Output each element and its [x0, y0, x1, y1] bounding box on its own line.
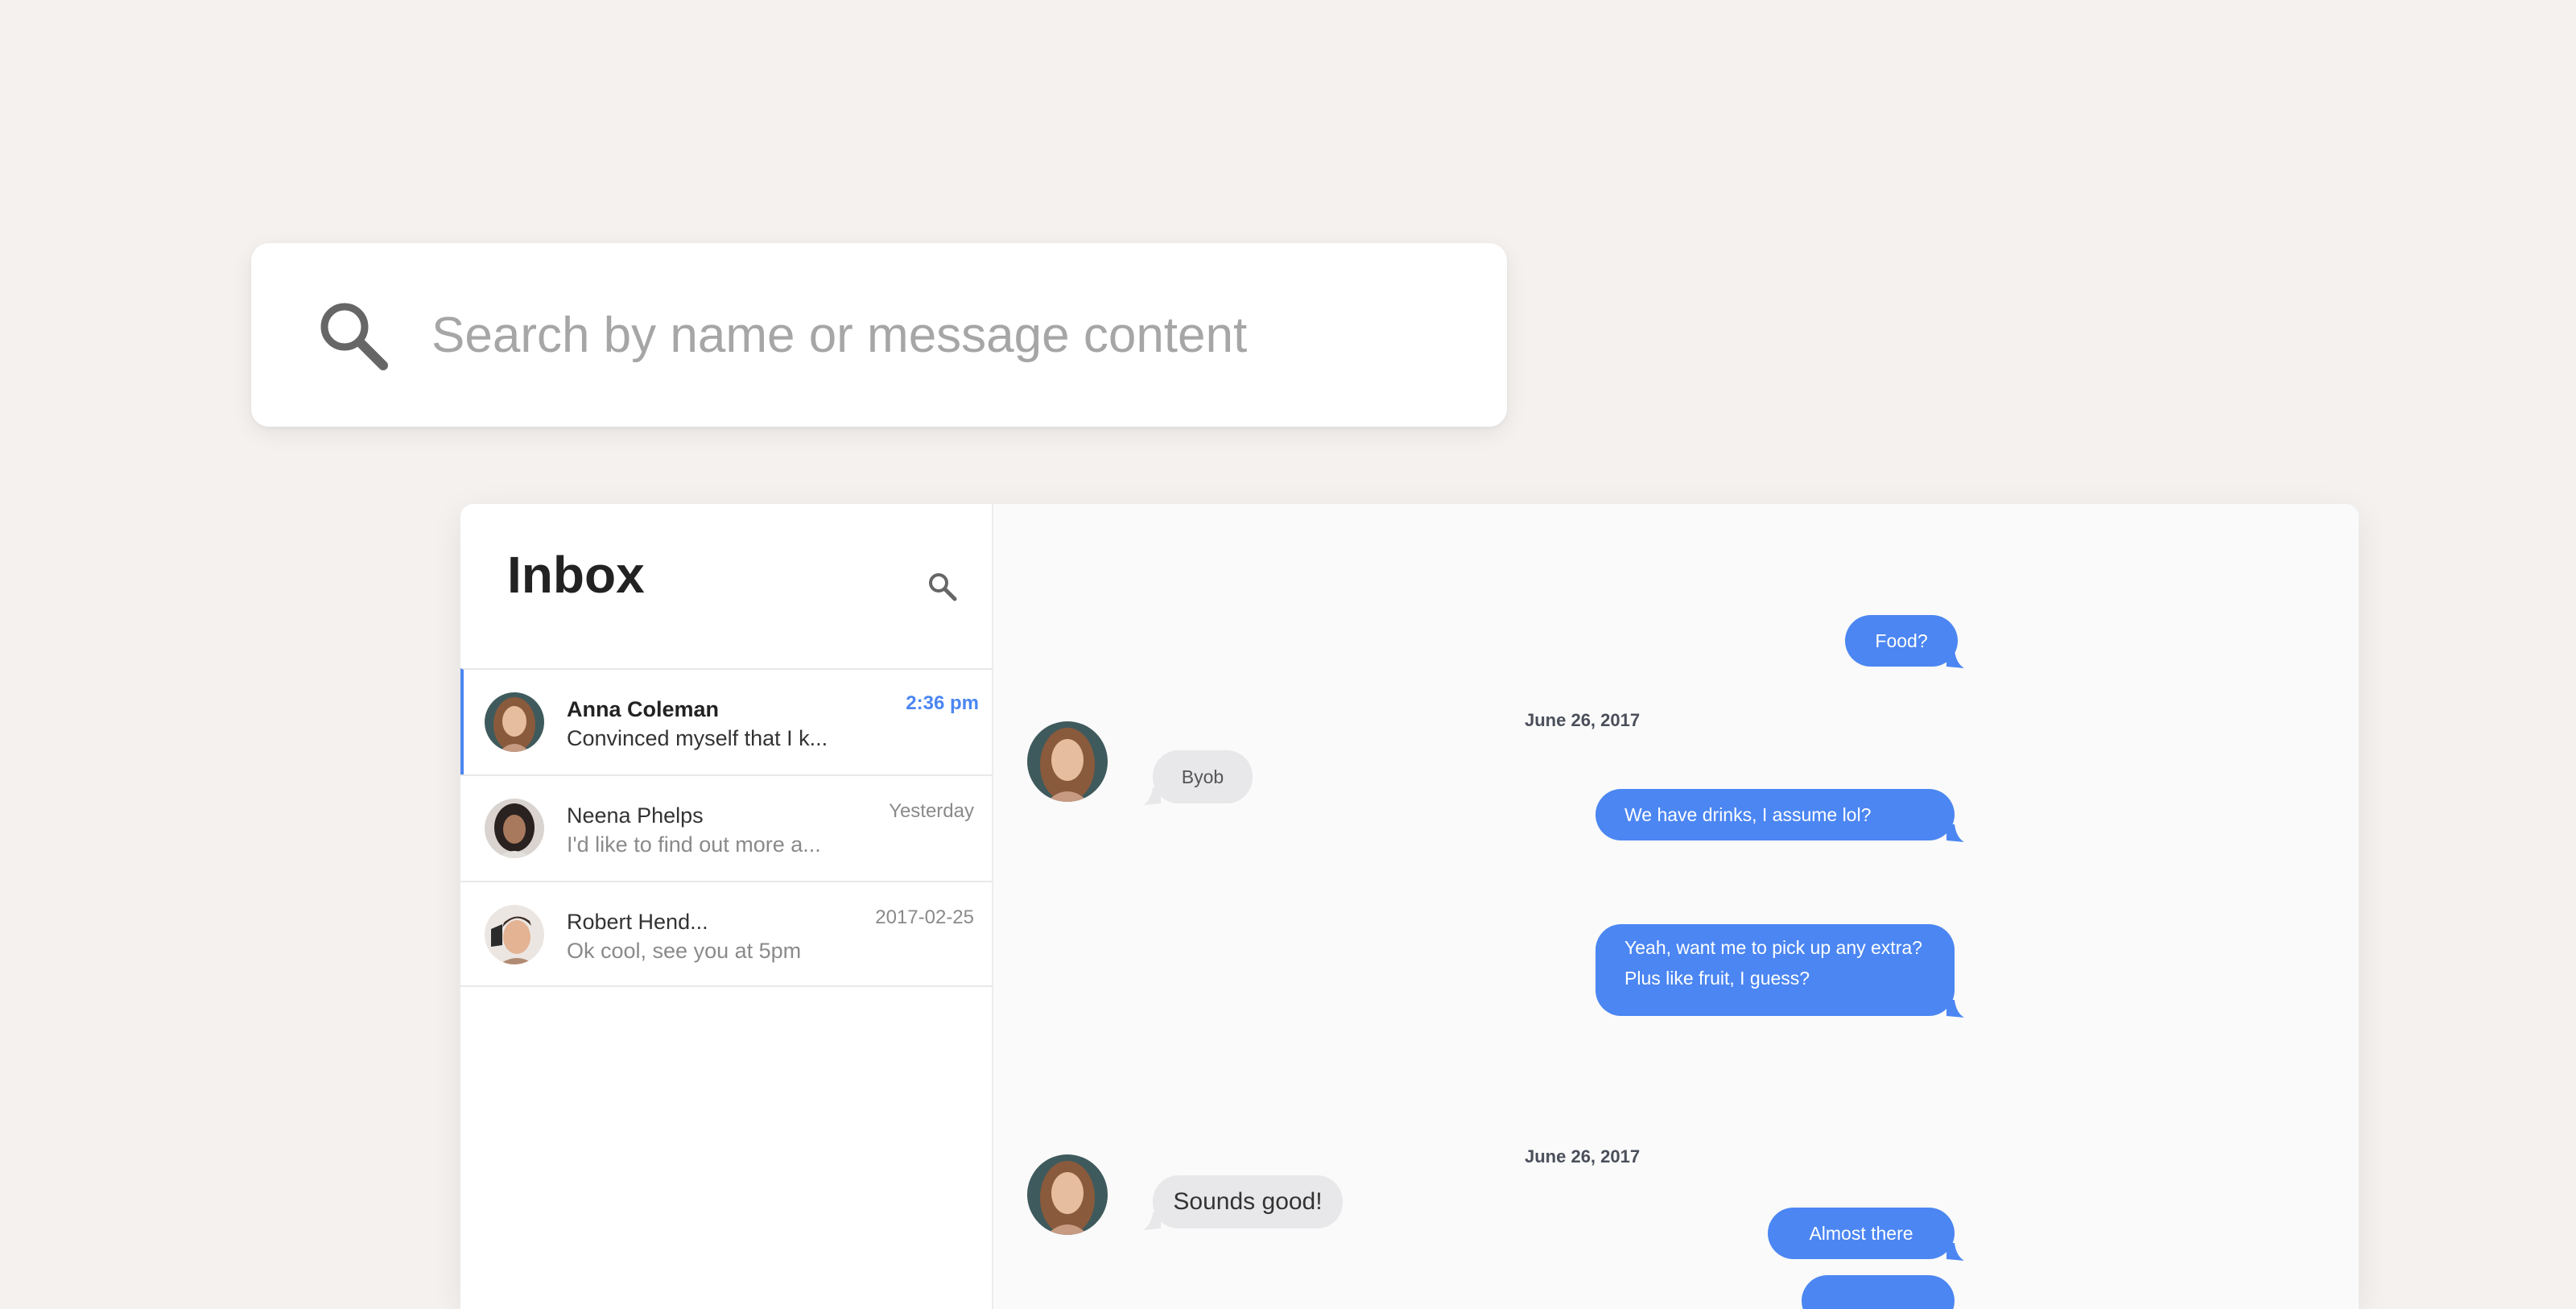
conversation-time: Yesterday: [889, 800, 974, 822]
date-separator: June 26, 2017: [1525, 1146, 1641, 1167]
conversation-name: Neena Phelps: [567, 803, 704, 828]
bubble-tail: [1946, 1000, 1964, 1018]
search-icon[interactable]: [314, 296, 390, 372]
conversation-preview: Ok cool, see you at 5pm: [567, 939, 802, 963]
conversation-name: Robert Hend...: [567, 910, 708, 934]
bubble-tail: [1946, 650, 1964, 668]
avatar: [1027, 721, 1108, 802]
avatar: [1027, 1154, 1108, 1235]
conversation-item[interactable]: Neena Phelps I'd like to find out more a…: [460, 774, 992, 881]
bubble-tail: [1143, 787, 1161, 805]
incoming-message: Sounds good!: [1153, 1175, 1343, 1228]
conversation-name: Anna Coleman: [567, 697, 720, 721]
outgoing-message: [1802, 1275, 1955, 1309]
conversation-list: Anna Coleman Convinced myself that I k..…: [460, 668, 992, 987]
conversation-item[interactable]: Anna Coleman Convinced myself that I k..…: [460, 668, 992, 774]
conversation-preview: Convinced myself that I k...: [567, 726, 828, 750]
search-icon[interactable]: [926, 570, 958, 602]
outgoing-message: We have drinks, I assume lol?: [1596, 789, 1955, 840]
date-separator: June 26, 2017: [1525, 710, 1641, 730]
incoming-message: Byob: [1153, 750, 1253, 803]
inbox-title: Inbox: [507, 546, 645, 604]
conversation-item[interactable]: Robert Hend... Ok cool, see you at 5pm 2…: [460, 881, 992, 987]
chat-pane: Food? June 26, 2017 Byob We have drinks,…: [993, 504, 2359, 1309]
avatar: [485, 799, 544, 858]
outgoing-message: Food?: [1845, 615, 1958, 667]
bubble-tail: [1946, 824, 1964, 842]
outgoing-message: Yeah, want me to pick up any extra? Plus…: [1596, 924, 1955, 1016]
conversation-preview: I'd like to find out more a...: [567, 832, 821, 857]
conversation-time: 2017-02-25: [875, 906, 974, 928]
outgoing-message: Almost there: [1768, 1208, 1955, 1259]
avatar: [485, 905, 544, 964]
avatar: [485, 692, 544, 752]
bubble-tail: [1946, 1243, 1964, 1261]
conversation-time: 2:36 pm: [906, 692, 979, 714]
bubble-tail: [1143, 1212, 1161, 1230]
search-bar: [251, 243, 1507, 427]
messaging-app-window: Inbox Anna Coleman Convinced myself that…: [460, 504, 2359, 1309]
search-input[interactable]: [431, 283, 1462, 386]
inbox-sidebar: Inbox Anna Coleman Convinced myself that…: [460, 504, 993, 1309]
